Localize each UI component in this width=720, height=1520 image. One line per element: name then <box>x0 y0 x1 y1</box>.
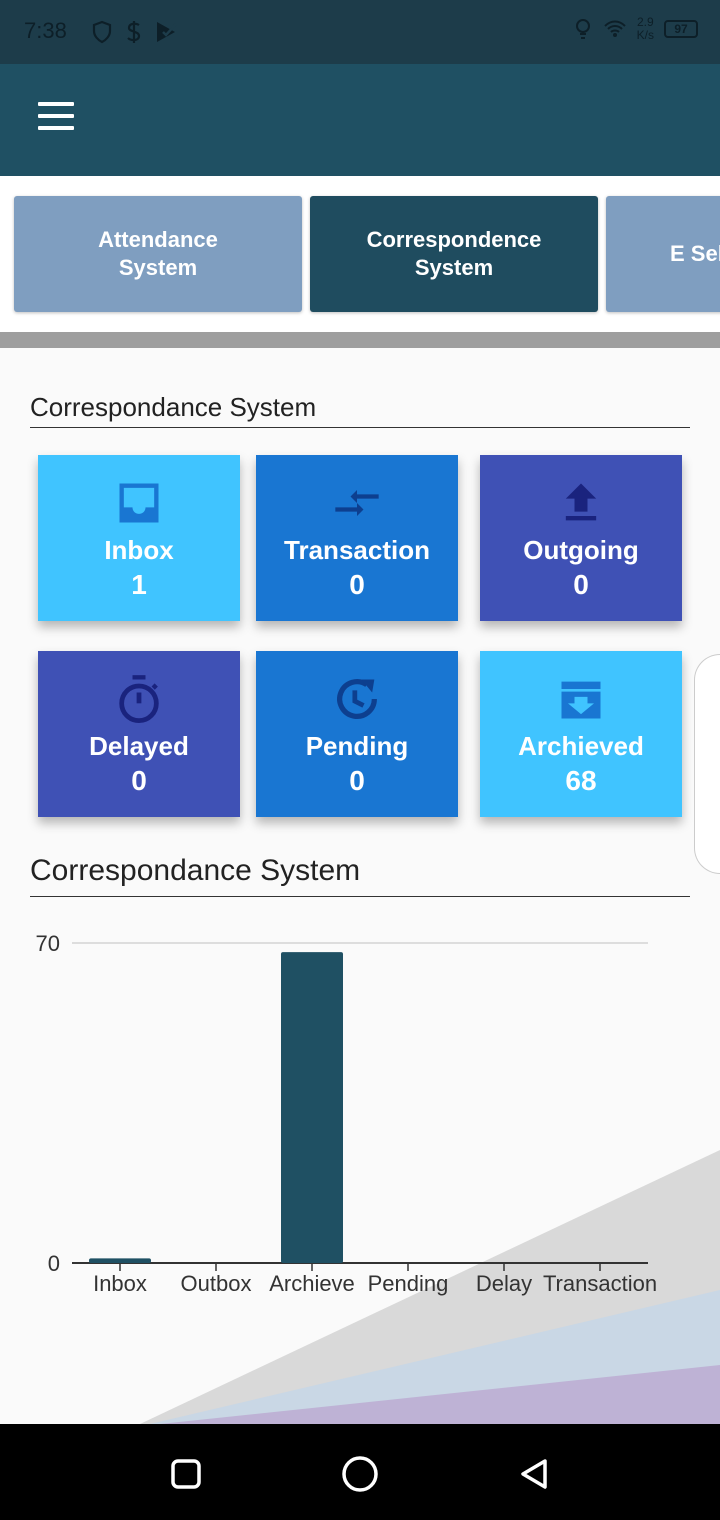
status-notification-icons <box>90 20 178 44</box>
tile-archieved[interactable]: Archieved 68 <box>480 651 682 817</box>
status-bar: 7:38 2.9 K/s 97 <box>0 0 720 64</box>
timer-icon <box>38 673 240 725</box>
system-card-label: Attendance System <box>98 227 218 280</box>
inbox-icon <box>38 477 240 529</box>
system-card-attendance[interactable]: Attendance System <box>14 196 302 312</box>
system-card-label: Correspondence System <box>366 227 542 280</box>
system-nav-bar <box>0 1424 720 1520</box>
tile-label: Outgoing <box>523 535 639 565</box>
system-card-correspondence[interactable]: Correspondence System <box>310 196 598 312</box>
systems-carousel[interactable]: Attendance System Correspondence System … <box>0 176 720 332</box>
tile-outgoing[interactable]: Outgoing 0 <box>480 455 682 621</box>
tile-count: 0 <box>131 765 147 796</box>
history-icon <box>256 673 458 725</box>
chart-bar-inbox <box>89 1258 151 1263</box>
home-button[interactable] <box>336 1450 384 1498</box>
chart-y-tick-label: 70 <box>36 931 60 956</box>
tile-label: Archieved <box>518 731 644 761</box>
tile-label: Inbox <box>104 535 174 565</box>
status-system-icons: 2.9 K/s 97 <box>573 16 698 42</box>
tile-transaction[interactable]: Transaction 0 <box>256 455 458 621</box>
battery-icon: 97 <box>664 20 698 38</box>
hamburger-menu-icon[interactable] <box>30 102 82 142</box>
chart-x-tick-label: Pending <box>368 1271 449 1296</box>
system-card-label: E Sel <box>670 241 720 266</box>
play-check-icon <box>157 22 177 42</box>
tile-label: Transaction <box>284 535 430 565</box>
status-time: 7:38 <box>24 18 67 43</box>
chart-x-tick-label: Outbox <box>181 1271 252 1296</box>
chart-x-tick-label: Archieve <box>269 1271 355 1296</box>
wifi-icon <box>603 20 626 37</box>
upload-icon <box>480 477 682 529</box>
tile-count: 0 <box>349 569 365 600</box>
tile-inbox[interactable]: Inbox 1 <box>38 455 240 621</box>
chart-bar-archieve <box>281 952 343 1263</box>
square-icon <box>171 1459 201 1489</box>
tile-count: 1 <box>131 569 147 600</box>
back-triangle-icon <box>521 1459 547 1489</box>
recents-button[interactable] <box>162 1450 210 1498</box>
tile-count: 68 <box>565 765 597 796</box>
section-title-chart: Correspondance System <box>30 854 690 897</box>
tile-count: 0 <box>573 569 589 600</box>
section-title-tiles: Correspondance System <box>30 392 690 428</box>
back-button[interactable] <box>510 1450 558 1498</box>
tile-label: Pending <box>305 731 409 761</box>
app-bar <box>0 64 720 176</box>
bar-chart: 0 70 Inbox Outbox Archieve Pending Delay Transa… <box>36 931 658 1296</box>
net-speed: 2.9 K/s <box>636 15 654 42</box>
chart-x-tick-label: Delay <box>476 1271 532 1296</box>
system-card-partial[interactable]: E Sel <box>606 196 720 312</box>
tile-count: 0 <box>349 765 365 796</box>
tile-pending[interactable]: Pending 0 <box>256 651 458 817</box>
tile-label: Delayed <box>89 731 189 761</box>
chart-x-tick-label: Transaction <box>543 1271 657 1296</box>
circle-icon <box>342 1456 378 1492</box>
chart-x-tick-label: Inbox <box>93 1271 147 1296</box>
dollar-icon <box>127 21 141 43</box>
archive-icon <box>480 673 682 725</box>
compare-arrows-icon <box>256 477 458 529</box>
shield-icon <box>92 20 112 44</box>
divider <box>0 332 720 348</box>
side-drawer-handle[interactable] <box>694 654 720 874</box>
bulb-icon <box>575 19 590 39</box>
chart-y-tick-label: 0 <box>48 1251 60 1276</box>
tile-delayed[interactable]: Delayed 0 <box>38 651 240 817</box>
